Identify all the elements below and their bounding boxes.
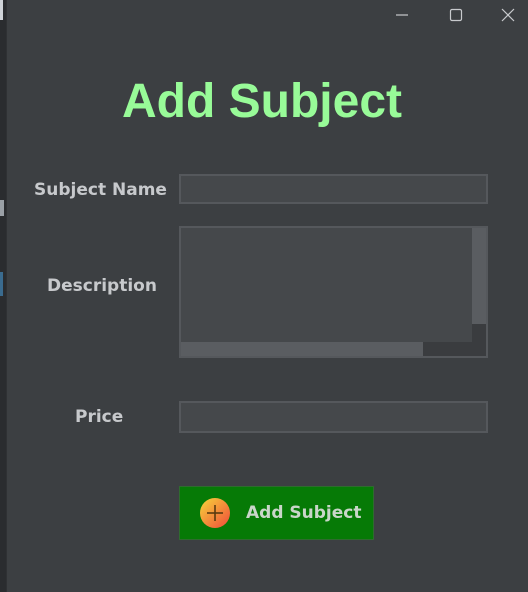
add-subject-button-label: Add Subject [246, 503, 362, 523]
background-fragment [0, 272, 3, 296]
close-icon [501, 8, 515, 22]
page-title: Add Subject [121, 75, 402, 128]
price-label: Price [75, 407, 124, 427]
maximize-icon [449, 8, 463, 22]
plus-circle-icon [199, 497, 231, 529]
horizontal-scroll-thumb[interactable] [181, 342, 423, 356]
title-bar [7, 0, 528, 30]
description-textarea[interactable] [179, 226, 488, 358]
scrollbar-corner [472, 342, 486, 356]
price-input[interactable] [179, 401, 488, 433]
minimize-icon [396, 14, 408, 16]
maximize-button[interactable] [433, 0, 479, 30]
subject-name-label: Subject Name [34, 180, 167, 200]
description-label: Description [47, 276, 157, 296]
vertical-scroll-thumb[interactable] [472, 228, 486, 324]
close-button[interactable] [485, 0, 528, 30]
add-subject-button[interactable]: Add Subject [179, 486, 374, 540]
subject-name-input[interactable] [179, 174, 488, 204]
minimize-button[interactable] [379, 0, 425, 30]
add-subject-dialog: Add Subject Subject Name Description Pri… [6, 0, 528, 592]
background-fragment [0, 0, 3, 20]
background-fragment [0, 200, 4, 216]
